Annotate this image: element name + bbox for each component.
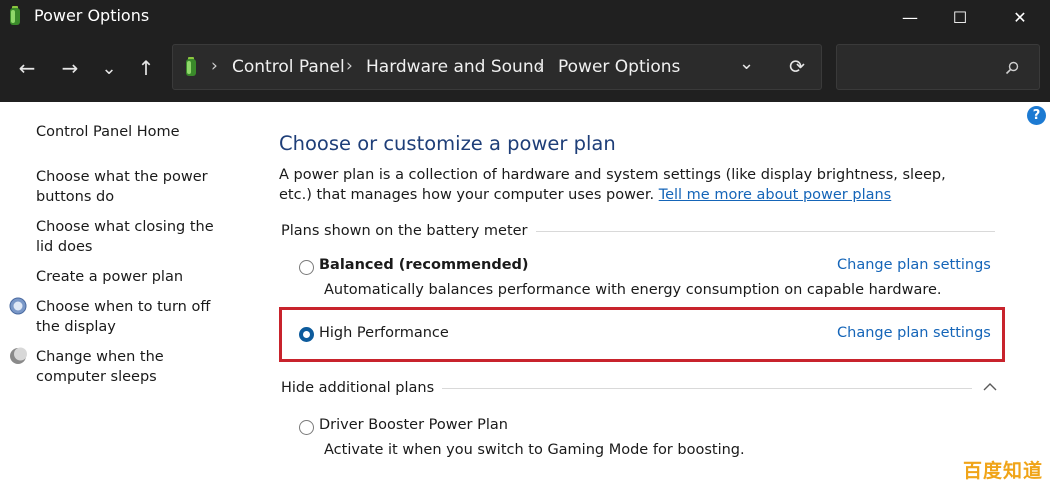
plan-name-high-performance[interactable]: High Performance bbox=[319, 325, 449, 341]
breadcrumb-separator: › bbox=[346, 56, 353, 76]
search-icon bbox=[1005, 61, 1019, 75]
minimize-button[interactable]: — bbox=[885, 0, 935, 34]
watermark: 百度知道 bbox=[963, 460, 1044, 482]
window-title: Power Options bbox=[34, 6, 150, 25]
plan-description-driver-booster: Activate it when you switch to Gaming Mo… bbox=[324, 442, 745, 458]
page-description: A power plan is a collection of hardware… bbox=[279, 165, 979, 205]
radio-driver-booster[interactable] bbox=[299, 420, 314, 435]
chevron-down-icon[interactable]: ⌄ bbox=[739, 53, 754, 74]
change-plan-settings-high-performance[interactable]: Change plan settings bbox=[837, 325, 991, 341]
refresh-icon[interactable]: ⟳ bbox=[789, 56, 805, 78]
breadcrumb-power-options[interactable]: Power Options bbox=[558, 57, 680, 77]
hide-additional-plans-label: Hide additional plans bbox=[281, 380, 443, 396]
battery-icon bbox=[186, 57, 196, 76]
sidebar: Control Panel Home Choose what the power… bbox=[0, 102, 250, 489]
sidebar-item-create-plan[interactable]: Create a power plan bbox=[36, 267, 236, 287]
navigation-bar: ← → ⌄ ↑ › Control Panel › Hardware and S… bbox=[0, 34, 1050, 102]
breadcrumb-hardware-and-sound[interactable]: Hardware and Sound bbox=[366, 57, 544, 77]
help-icon[interactable]: ? bbox=[1027, 106, 1046, 125]
battery-icon bbox=[10, 6, 20, 25]
radio-high-performance[interactable] bbox=[299, 327, 314, 342]
page-title: Choose or customize a power plan bbox=[279, 132, 616, 155]
monitor-icon bbox=[9, 297, 27, 315]
recent-locations-button[interactable]: ⌄ bbox=[94, 54, 124, 82]
change-plan-settings-balanced[interactable]: Change plan settings bbox=[837, 257, 991, 273]
address-bar[interactable]: › Control Panel › Hardware and Sound › P… bbox=[172, 44, 822, 90]
title-bar: Power Options — ☐ ✕ bbox=[0, 0, 1050, 34]
breadcrumb-separator: › bbox=[211, 56, 218, 76]
chevron-up-icon[interactable] bbox=[982, 381, 998, 393]
sidebar-item-control-panel-home[interactable]: Control Panel Home bbox=[36, 122, 236, 142]
breadcrumb-control-panel[interactable]: Control Panel bbox=[232, 57, 345, 77]
maximize-button[interactable]: ☐ bbox=[935, 0, 985, 34]
up-button[interactable]: ↑ bbox=[131, 54, 161, 82]
moon-icon bbox=[10, 347, 27, 364]
breadcrumb-separator: › bbox=[537, 56, 544, 76]
radio-balanced[interactable] bbox=[299, 260, 314, 275]
search-box[interactable] bbox=[836, 44, 1040, 90]
learn-more-link[interactable]: Tell me more about power plans bbox=[659, 187, 892, 203]
back-button[interactable]: ← bbox=[12, 54, 42, 82]
plan-name-balanced[interactable]: Balanced (recommended) bbox=[319, 257, 529, 273]
sidebar-item-turn-off-display[interactable]: Choose when to turn off the display bbox=[36, 297, 231, 337]
group-label-battery-meter: Plans shown on the battery meter bbox=[281, 223, 536, 239]
close-button[interactable]: ✕ bbox=[995, 0, 1045, 34]
plan-description-balanced: Automatically balances performance with … bbox=[324, 282, 942, 298]
sidebar-item-computer-sleeps[interactable]: Change when the computer sleeps bbox=[36, 347, 231, 387]
forward-button[interactable]: → bbox=[55, 54, 85, 82]
sidebar-item-power-buttons[interactable]: Choose what the power buttons do bbox=[36, 167, 216, 207]
sidebar-item-closing-lid[interactable]: Choose what closing the lid does bbox=[36, 217, 226, 257]
plan-name-driver-booster[interactable]: Driver Booster Power Plan bbox=[319, 417, 508, 433]
